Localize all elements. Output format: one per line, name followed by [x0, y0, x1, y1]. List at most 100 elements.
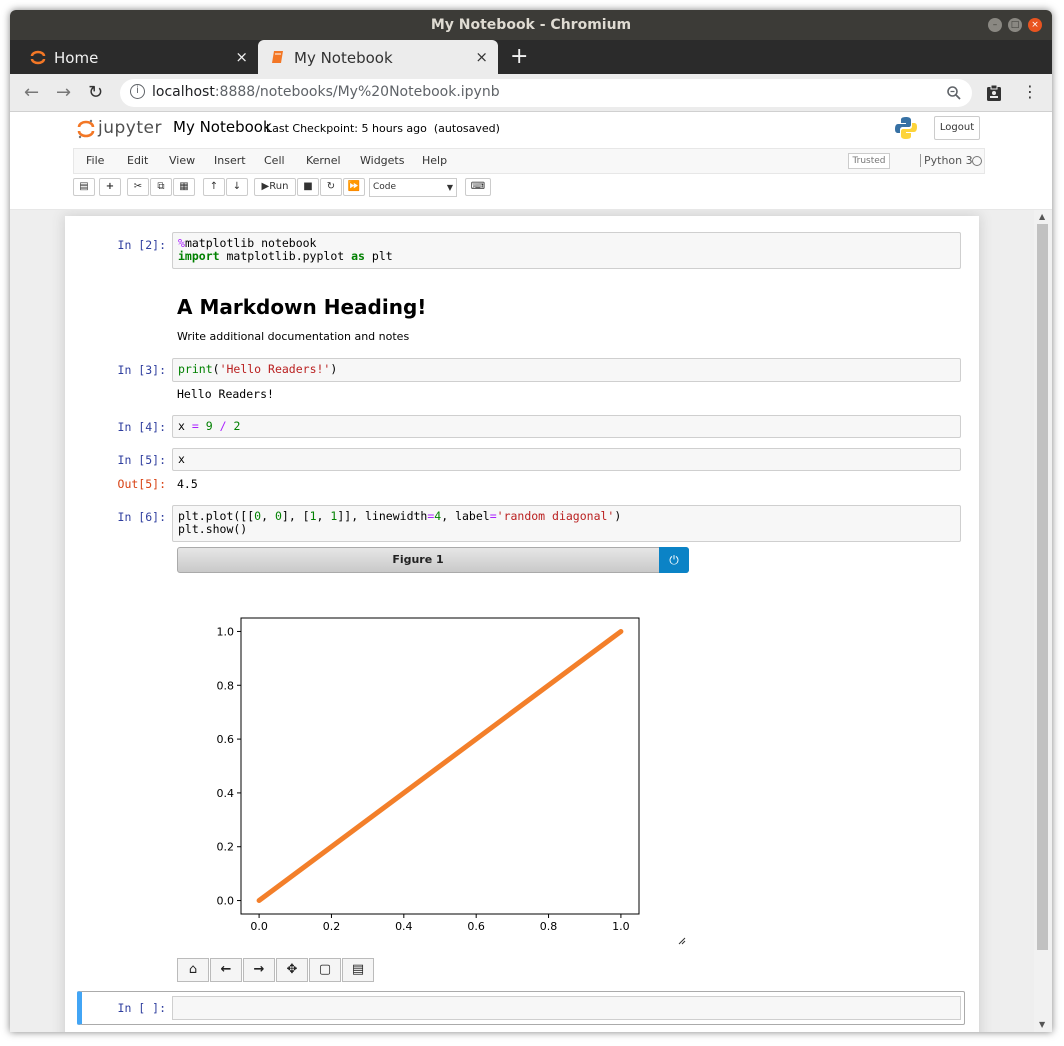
code-token: print [178, 362, 213, 376]
tab-home[interactable]: Home × [18, 40, 258, 74]
address-url[interactable]: localhost:8888/notebooks/My%20Notebook.i… [152, 84, 500, 100]
code-token: 2 [233, 419, 241, 433]
figure-close-power-icon[interactable]: ⏻ [659, 547, 689, 573]
save-icon[interactable]: ▤ [73, 178, 95, 196]
cell-3-input[interactable]: x = 9 / 2 [172, 415, 961, 438]
cell-1-prompt: In [2]: [117, 238, 166, 252]
x-tick-label: 0.2 [323, 920, 341, 933]
resize-handle-icon[interactable] [678, 937, 686, 945]
trusted-badge[interactable]: Trusted [848, 153, 890, 169]
tab-home-close-icon[interactable]: × [235, 48, 248, 66]
code-token: matplotlib.pyplot [219, 249, 352, 263]
extension-clipboard-icon[interactable] [986, 84, 1002, 102]
code-token: ) [330, 362, 338, 376]
cell-type-value: Code [373, 182, 397, 192]
forward-icon[interactable]: → [56, 82, 71, 103]
cell-4-prompt: In [5]: [117, 453, 166, 467]
menu-edit[interactable]: Edit [127, 154, 148, 167]
menu-cell[interactable]: Cell [264, 154, 285, 167]
zoom-icon[interactable] [946, 85, 962, 101]
menu-help[interactable]: Help [422, 154, 447, 167]
code-token: x [178, 419, 192, 433]
close-icon[interactable]: × [1028, 18, 1042, 32]
cell-2-input[interactable]: print('Hello Readers!') [172, 358, 961, 382]
scrollbar-thumb[interactable] [1037, 224, 1048, 950]
reload-icon[interactable]: ↻ [88, 82, 103, 103]
keyboard-shortcuts-icon[interactable]: ⌨ [465, 178, 491, 196]
browser-toolbar: ← → ↻ i localhost:8888/notebooks/My%20No… [10, 74, 1052, 112]
restart-icon[interactable]: ↻ [320, 178, 342, 196]
notebook-page: In [2]: %matplotlib notebook import matp… [65, 216, 979, 1032]
download-save-icon[interactable]: ▤ [342, 958, 374, 982]
cut-icon[interactable]: ✂ [127, 178, 149, 196]
dropdown-arrow-icon: ▼ [446, 183, 453, 192]
tab-my-notebook-label: My Notebook [294, 49, 393, 67]
copy-icon[interactable]: ⧉ [150, 178, 172, 196]
scroll-down-icon[interactable]: ▼ [1039, 1020, 1045, 1029]
menu-kernel[interactable]: Kernel [306, 154, 341, 167]
restart-run-all-icon[interactable]: ⏩ [343, 178, 365, 196]
x-tick-label: 0.8 [540, 920, 558, 933]
empty-cell[interactable]: In [ ]: [77, 991, 965, 1025]
move-down-icon[interactable]: ↓ [226, 178, 248, 196]
pan-icon[interactable]: ✥ [276, 958, 308, 982]
home-icon[interactable]: ⌂ [177, 958, 209, 982]
site-info-icon[interactable]: i [130, 84, 145, 99]
back-arrow-icon[interactable]: ← [210, 958, 242, 982]
tab-my-notebook[interactable]: My Notebook × [258, 40, 498, 74]
jupyter-logo-text: jupyter [98, 118, 162, 138]
code-token: 0 [274, 509, 282, 523]
forward-arrow-icon[interactable]: → [243, 958, 275, 982]
python-logo-icon [895, 117, 917, 139]
code-token: matplotlib notebook [184, 236, 317, 250]
y-tick-label: 0.2 [217, 841, 235, 854]
menu-file[interactable]: File [86, 154, 104, 167]
move-up-icon[interactable]: ↑ [203, 178, 225, 196]
logout-button[interactable]: Logout [934, 116, 980, 140]
x-tick-label: 0.4 [395, 920, 413, 933]
y-tick-label: 0.6 [217, 733, 235, 746]
code-token: as [351, 249, 365, 263]
cell-type-select[interactable]: Code ▼ [369, 178, 457, 197]
jupyter-logo[interactable]: jupyter [76, 118, 161, 144]
x-tick-label: 0.6 [467, 920, 485, 933]
page-scrollbar[interactable]: ▲ ▼ [1034, 210, 1052, 1032]
paste-icon[interactable]: ▦ [173, 178, 195, 196]
menu-widgets[interactable]: Widgets [360, 154, 404, 167]
tab-strip: Home × My Notebook × + [10, 40, 1052, 74]
window-title: My Notebook - Chromium [430, 17, 632, 33]
code-token: import [178, 249, 220, 263]
figure-plot: 0.0 0.2 0.4 0.6 0.8 1.0 0.0 0.2 0.4 0.6 0.8 1.0 [217, 617, 686, 945]
zoom-rect-icon[interactable]: ▢ [309, 958, 341, 982]
menu-view[interactable]: View [169, 154, 195, 167]
insert-cell-icon[interactable]: + [99, 178, 121, 196]
cell-4-input[interactable]: x [172, 448, 961, 471]
address-bar[interactable]: i localhost:8888/notebooks/My%20Notebook… [120, 79, 972, 107]
jupyter-logo-icon [77, 119, 95, 139]
code-token: / [219, 419, 227, 433]
code-token: , label [441, 509, 490, 523]
notebook-name[interactable]: My Notebook [173, 118, 272, 136]
tab-my-notebook-close-icon[interactable]: × [475, 48, 488, 66]
cell-5-prompt: In [6]: [117, 510, 166, 524]
menu-kebab-icon[interactable]: ⋮ [1022, 82, 1038, 101]
jupyter-favicon-icon [30, 50, 46, 65]
run-button[interactable]: ▶Run [254, 178, 296, 196]
browser-window: My Notebook - Chromium – □ × Home × My N… [10, 10, 1052, 1032]
code-token: % [178, 236, 185, 250]
new-tab-button[interactable]: + [510, 44, 528, 69]
maximize-icon[interactable]: □ [1008, 18, 1022, 32]
back-icon[interactable]: ← [24, 82, 39, 103]
cell-4-output: 4.5 [177, 477, 198, 491]
cell-1-input[interactable]: %matplotlib notebook import matplotlib.p… [172, 232, 961, 269]
checkpoint-text: Last Checkpoint: 5 hours ago [266, 122, 427, 135]
code-token: 'Hello Readers!' [219, 362, 331, 376]
minimize-icon[interactable]: – [988, 18, 1002, 32]
interrupt-icon[interactable]: ■ [297, 178, 319, 196]
scroll-up-icon[interactable]: ▲ [1039, 212, 1045, 221]
code-token: plt.show() [178, 522, 248, 536]
cell-5-input[interactable]: plt.plot([[0, 0], [1, 1]], linewidth=4, … [172, 505, 961, 542]
menu-insert[interactable]: Insert [214, 154, 246, 167]
empty-cell-input[interactable] [172, 996, 961, 1020]
